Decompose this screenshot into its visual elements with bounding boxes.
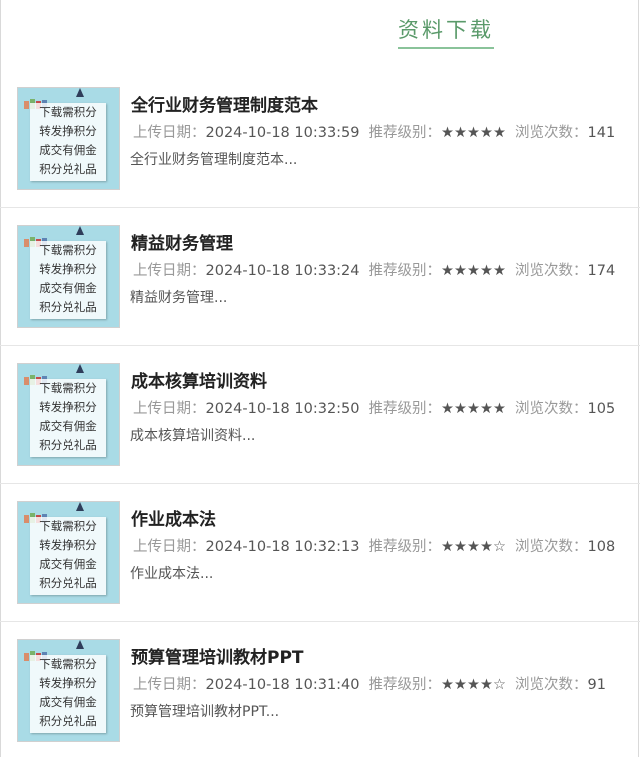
rating-label: 推荐级别：: [368, 125, 442, 141]
views-label: 浏览次数：: [515, 263, 588, 279]
list-item[interactable]: 下载需积分 转发挣积分 成交有佣金 积分兑礼品 精益财务管理 上传日期：2024…: [0, 208, 640, 346]
download-list: 下载需积分 转发挣积分 成交有佣金 积分兑礼品 全行业财务管理制度范本 上传日期…: [0, 70, 640, 760]
date-label: 上传日期：: [133, 539, 206, 555]
thumbnail-line: 成交有佣金: [39, 557, 97, 571]
upload-date: 2024-10-18 10:32:50: [205, 401, 360, 417]
list-item[interactable]: 下载需积分 转发挣积分 成交有佣金 积分兑礼品 预算管理培训教材PPT 上传日期…: [0, 622, 640, 760]
item-thumbnail[interactable]: 下载需积分 转发挣积分 成交有佣金 积分兑礼品: [17, 363, 120, 466]
views-label: 浏览次数：: [515, 401, 588, 417]
item-meta: 上传日期：2024-10-18 10:31:40 推荐级别：★★★★☆ 浏览次数：9…: [133, 673, 606, 694]
item-meta: 上传日期：2024-10-18 10:32:50 推荐级别：★★★★★ 浏览次数：1…: [133, 397, 615, 418]
lamp-icon: [76, 502, 84, 511]
rating-stars: ★★★★☆: [441, 677, 506, 693]
item-title-link[interactable]: 作业成本法: [131, 505, 216, 530]
lamp-icon: [76, 364, 84, 373]
rating-stars: ★★★★★: [441, 125, 506, 141]
thumbnail-line: 转发挣积分: [39, 676, 97, 690]
rating-label: 推荐级别：: [368, 401, 442, 417]
thumbnail-line: 成交有佣金: [39, 143, 97, 157]
thumbnail-line: 积分兑礼品: [39, 438, 97, 452]
item-description: 精益财务管理...: [130, 290, 228, 306]
thumbnail-line: 下载需积分: [39, 105, 97, 119]
rating-stars: ★★★★☆: [441, 539, 506, 555]
views-label: 浏览次数：: [515, 125, 588, 141]
rating-stars: ★★★★★: [441, 401, 506, 417]
item-title-link[interactable]: 全行业财务管理制度范本: [131, 91, 318, 116]
thumbnail-card: 下载需积分 转发挣积分 成交有佣金 积分兑礼品: [30, 517, 106, 595]
view-count: 105: [587, 401, 616, 417]
thumbnail-line: 成交有佣金: [39, 695, 97, 709]
thumbnail-line: 积分兑礼品: [39, 300, 97, 314]
item-meta: 上传日期：2024-10-18 10:33:24 推荐级别：★★★★★ 浏览次数：1…: [133, 259, 615, 280]
item-title-link[interactable]: 成本核算培训资料: [131, 367, 267, 392]
date-label: 上传日期：: [133, 677, 206, 693]
item-title-link[interactable]: 预算管理培训教材PPT: [131, 643, 304, 668]
upload-date: 2024-10-18 10:31:40: [205, 677, 360, 693]
thumbnail-line: 下载需积分: [39, 657, 97, 671]
list-item[interactable]: 下载需积分 转发挣积分 成交有佣金 积分兑礼品 成本核算培训资料 上传日期：20…: [0, 346, 640, 484]
list-item[interactable]: 下载需积分 转发挣积分 成交有佣金 积分兑礼品 全行业财务管理制度范本 上传日期…: [0, 70, 640, 208]
item-thumbnail[interactable]: 下载需积分 转发挣积分 成交有佣金 积分兑礼品: [17, 87, 120, 190]
views-label: 浏览次数：: [515, 539, 588, 555]
thumbnail-line: 下载需积分: [39, 381, 97, 395]
list-item[interactable]: 下载需积分 转发挣积分 成交有佣金 积分兑礼品 作业成本法 上传日期：2024-…: [0, 484, 640, 622]
item-meta: 上传日期：2024-10-18 10:33:59 推荐级别：★★★★★ 浏览次数：1…: [133, 121, 615, 142]
item-description: 全行业财务管理制度范本...: [130, 152, 298, 168]
thumbnail-line: 转发挣积分: [39, 400, 97, 414]
thumbnail-line: 转发挣积分: [39, 262, 97, 276]
thumbnail-line: 下载需积分: [39, 519, 97, 533]
views-label: 浏览次数：: [515, 677, 588, 693]
thumbnail-line: 下载需积分: [39, 243, 97, 257]
thumbnail-card: 下载需积分 转发挣积分 成交有佣金 积分兑礼品: [30, 241, 106, 319]
upload-date: 2024-10-18 10:33:59: [205, 125, 360, 141]
item-thumbnail[interactable]: 下载需积分 转发挣积分 成交有佣金 积分兑礼品: [17, 639, 120, 742]
date-label: 上传日期：: [133, 125, 206, 141]
view-count: 141: [587, 125, 616, 141]
lamp-icon: [76, 88, 84, 97]
view-count: 91: [587, 677, 606, 693]
view-count: 108: [587, 539, 616, 555]
item-thumbnail[interactable]: 下载需积分 转发挣积分 成交有佣金 积分兑礼品: [17, 225, 120, 328]
upload-date: 2024-10-18 10:33:24: [205, 263, 360, 279]
thumbnail-line: 转发挣积分: [39, 124, 97, 138]
rating-label: 推荐级别：: [368, 539, 442, 555]
thumbnail-line: 积分兑礼品: [39, 162, 97, 176]
rating-label: 推荐级别：: [368, 263, 442, 279]
view-count: 174: [587, 263, 616, 279]
upload-date: 2024-10-18 10:32:13: [205, 539, 360, 555]
thumbnail-line: 积分兑礼品: [39, 714, 97, 728]
item-meta: 上传日期：2024-10-18 10:32:13 推荐级别：★★★★☆ 浏览次数：1…: [133, 535, 615, 556]
date-label: 上传日期：: [133, 401, 206, 417]
thumbnail-line: 成交有佣金: [39, 281, 97, 295]
item-description: 成本核算培训资料...: [130, 428, 256, 444]
thumbnail-line: 积分兑礼品: [39, 576, 97, 590]
page-title: 资料下载: [398, 14, 494, 49]
item-thumbnail[interactable]: 下载需积分 转发挣积分 成交有佣金 积分兑礼品: [17, 501, 120, 604]
thumbnail-line: 成交有佣金: [39, 419, 97, 433]
thumbnail-card: 下载需积分 转发挣积分 成交有佣金 积分兑礼品: [30, 379, 106, 457]
thumbnail-card: 下载需积分 转发挣积分 成交有佣金 积分兑礼品: [30, 655, 106, 733]
page-header: 资料下载: [398, 14, 494, 49]
lamp-icon: [76, 226, 84, 235]
rating-label: 推荐级别：: [368, 677, 442, 693]
item-title-link[interactable]: 精益财务管理: [131, 229, 233, 254]
lamp-icon: [76, 640, 84, 649]
thumbnail-line: 转发挣积分: [39, 538, 97, 552]
item-description: 预算管理培训教材PPT...: [130, 704, 280, 720]
rating-stars: ★★★★★: [441, 263, 506, 279]
date-label: 上传日期：: [133, 263, 206, 279]
thumbnail-card: 下载需积分 转发挣积分 成交有佣金 积分兑礼品: [30, 103, 106, 181]
item-description: 作业成本法...: [130, 566, 214, 582]
